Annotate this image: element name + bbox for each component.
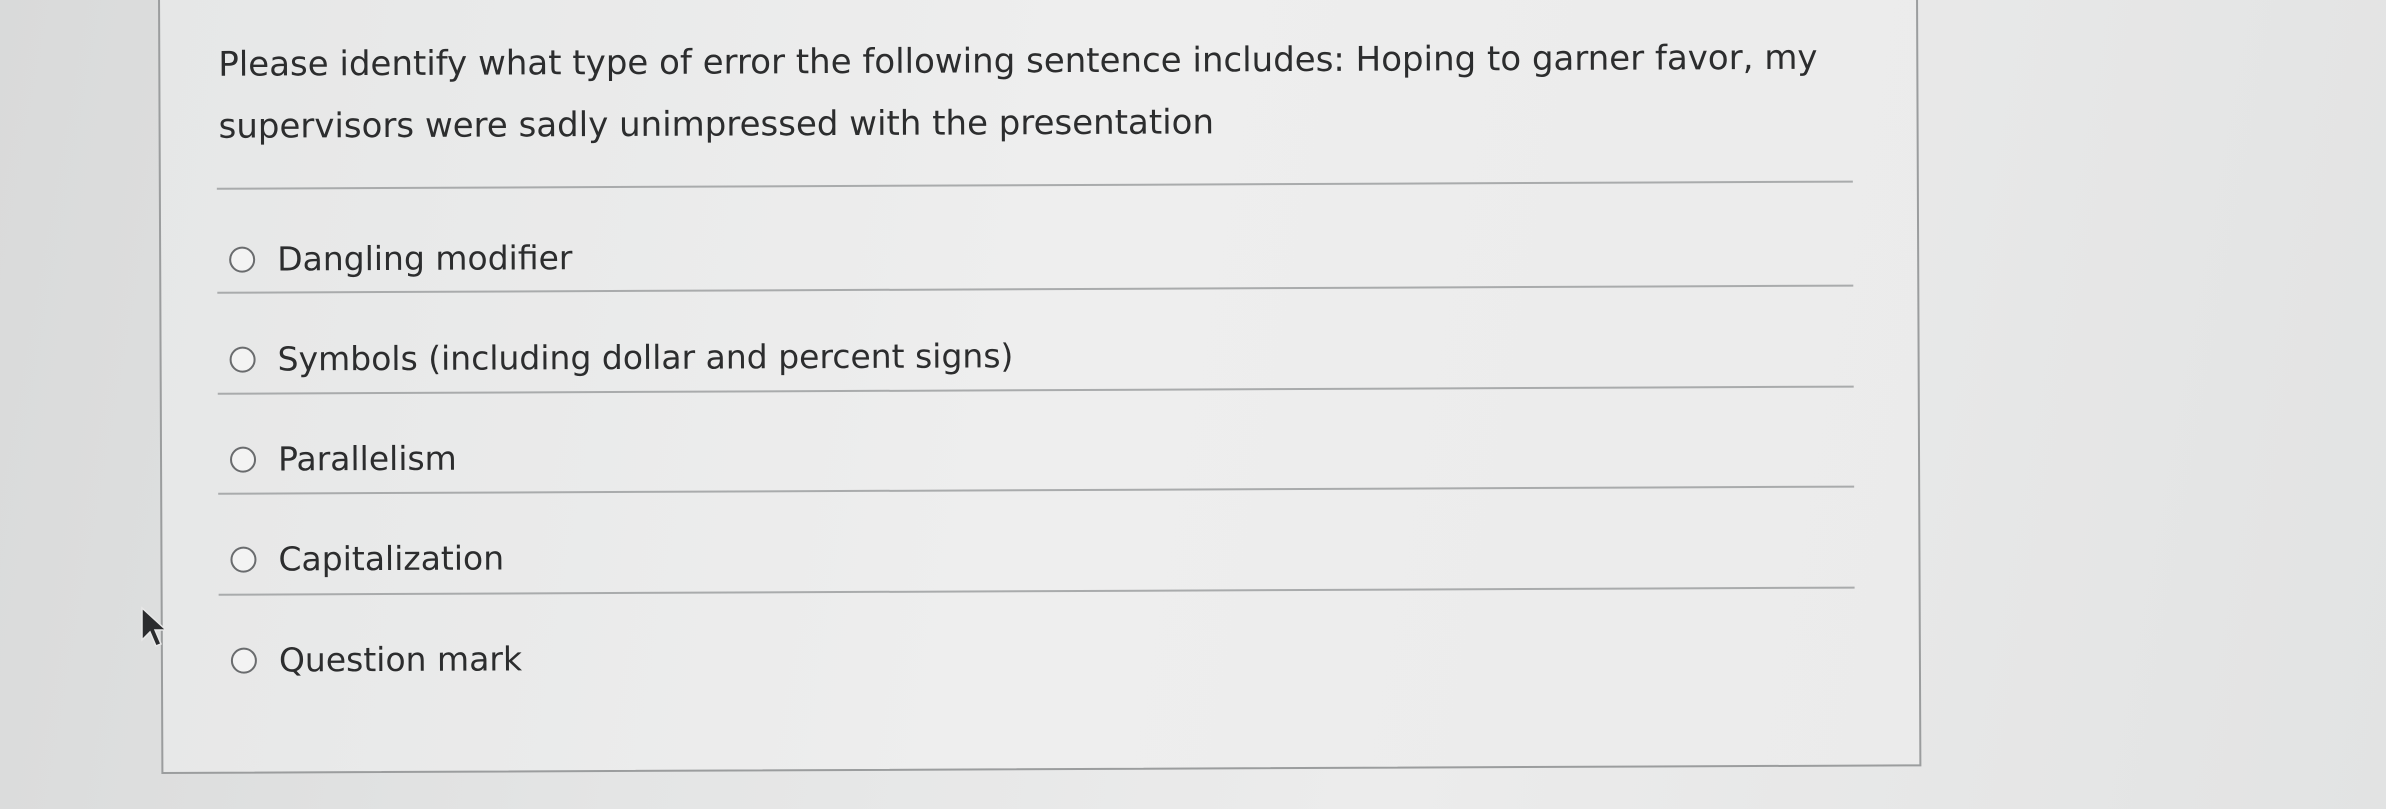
option-label: Question mark [278, 639, 523, 680]
divider [218, 586, 1855, 596]
mouse-pointer-icon [141, 606, 168, 647]
option-label: Capitalization [278, 538, 505, 579]
answer-option-dangling-modifier[interactable]: Dangling modifier [229, 238, 573, 279]
answer-option-capitalization[interactable]: Capitalization [230, 538, 504, 578]
question-card: Please identify what type of error the f… [158, 0, 1922, 774]
option-label: Symbols (including dollar and percent si… [277, 336, 1014, 379]
question-text: Please identify what type of error the f… [218, 37, 1818, 147]
answer-option-parallelism[interactable]: Parallelism [229, 438, 457, 479]
divider [216, 180, 1853, 190]
radio-button[interactable] [229, 246, 256, 273]
screen: Please identify what type of error the f… [0, 0, 2386, 809]
option-label: Parallelism [277, 438, 457, 479]
radio-button[interactable] [229, 446, 257, 473]
answer-option-symbols[interactable]: Symbols (including dollar and percent si… [229, 336, 1014, 379]
radio-button[interactable] [229, 346, 256, 373]
radio-button[interactable] [230, 647, 257, 674]
option-label: Dangling modifier [277, 238, 573, 279]
divider [217, 385, 1854, 395]
divider [217, 284, 1854, 294]
divider [218, 485, 1855, 495]
answer-option-question-mark[interactable]: Question mark [230, 639, 523, 680]
radio-button[interactable] [230, 546, 257, 573]
